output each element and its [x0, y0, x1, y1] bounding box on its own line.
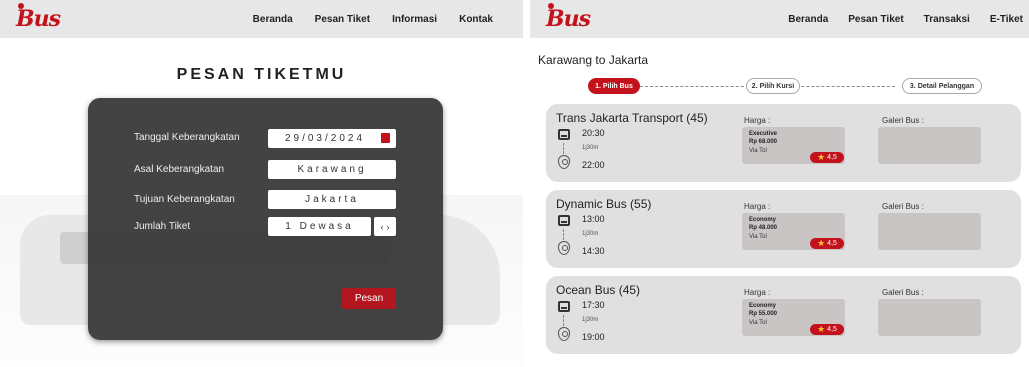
top-navbar: Bus Beranda Pesan Tiket Transaksi E-Tike… [530, 0, 1029, 38]
price-box: Executive Rp 68.000 Via Tol ★ 4,5 [742, 127, 845, 164]
star-icon: ★ [817, 238, 826, 248]
price-label: Harga : [744, 202, 771, 211]
gallery-label: Galeri Bus : [882, 288, 924, 297]
nav-beranda[interactable]: Beranda [253, 14, 293, 25]
date-field[interactable]: 29/03/2024 [268, 129, 396, 148]
calendar-icon[interactable] [381, 133, 390, 143]
location-pin-icon [558, 155, 570, 169]
step-pilih-kursi[interactable]: 2. Pilih Kursi [746, 78, 800, 94]
destination-label: Tujuan Keberangkatan [134, 194, 235, 205]
bus-price: Rp 55.000 [749, 311, 778, 317]
departure-time: 20:30 [582, 128, 605, 138]
rating-badge: ★ 4,5 [810, 324, 844, 335]
rating-badge: ★ 4,5 [810, 152, 844, 163]
arrival-time: 19:00 [582, 332, 605, 342]
step-pilih-bus[interactable]: 1. Pilih Bus [588, 78, 640, 94]
gallery-label: Galeri Bus : [882, 202, 924, 211]
top-navbar: Bus Beranda Pesan Tiket Informasi Kontak [0, 0, 523, 38]
location-pin-icon [558, 241, 570, 255]
bus-name: Dynamic Bus (55) [556, 197, 652, 211]
bus-price: Rp 48.000 [749, 225, 778, 231]
star-icon: ★ [817, 152, 826, 162]
tickets-stepper[interactable]: ‹ › [374, 217, 396, 236]
brand-logo[interactable]: Bus [546, 3, 591, 32]
destination-field[interactable]: Jakarta [268, 190, 396, 209]
arrival-time: 14:30 [582, 246, 605, 256]
bus-card[interactable]: Dynamic Bus (55) 13:00 1j30m 14:30 Harga… [546, 190, 1021, 268]
nav-informasi[interactable]: Informasi [392, 14, 437, 25]
duration: 1j30m [582, 145, 599, 151]
route-line [563, 315, 564, 326]
arrival-time: 22:00 [582, 160, 605, 170]
duration: 1j30m [582, 231, 599, 237]
bus-name: Ocean Bus (45) [556, 283, 641, 297]
price-label: Harga : [744, 116, 771, 125]
bus-icon [558, 215, 570, 226]
brand-logo[interactable]: Bus [16, 3, 61, 32]
departure-time: 13:00 [582, 214, 605, 224]
date-value: 29/03/2024 [284, 133, 366, 144]
origin-label: Asal Keberangkatan [134, 164, 225, 175]
location-pin-icon [558, 327, 570, 341]
nav-transaksi[interactable]: Transaksi [924, 14, 970, 25]
rating-badge: ★ 4,5 [810, 238, 844, 249]
price-box: Economy Rp 55.000 Via Tol ★ 4,5 [742, 299, 845, 336]
gallery-label: Galeri Bus : [882, 116, 924, 125]
departure-time: 17:30 [582, 300, 605, 310]
date-label: Tanggal Keberangkatan [134, 132, 240, 143]
booking-screen: Bus Beranda Pesan Tiket Informasi Kontak… [0, 0, 523, 367]
bus-icon [558, 129, 570, 140]
route-line [563, 143, 564, 154]
origin-field[interactable]: Karawang [268, 160, 396, 179]
bus-icon [558, 301, 570, 312]
page-title: PESAN TIKETMU [176, 66, 347, 83]
duration: 1j30m [582, 317, 599, 323]
step-detail-pelanggan[interactable]: 3. Detail Pelanggan [902, 78, 982, 94]
booking-form-card: Tanggal Keberangkatan 29/03/2024 Asal Ke… [88, 98, 443, 340]
nav-pesan-tiket[interactable]: Pesan Tiket [848, 14, 903, 25]
gallery-box[interactable] [878, 213, 981, 250]
chevron-left-icon[interactable]: ‹ [381, 222, 384, 232]
star-icon: ★ [817, 324, 826, 334]
nav-kontak[interactable]: Kontak [459, 14, 493, 25]
route-line [563, 229, 564, 240]
route-title: Karawang to Jakarta [538, 53, 649, 67]
pesan-button[interactable]: Pesan [342, 288, 396, 309]
price-box: Economy Rp 48.000 Via Tol ★ 4,5 [742, 213, 845, 250]
nav-beranda[interactable]: Beranda [788, 14, 828, 25]
route-via: Via Tol [749, 148, 767, 154]
bus-name: Trans Jakarta Transport (45) [556, 111, 708, 125]
gallery-box[interactable] [878, 299, 981, 336]
bus-card[interactable]: Trans Jakarta Transport (45) 20:30 1j30m… [546, 104, 1021, 182]
bus-selection-screen: Bus Beranda Pesan Tiket Transaksi E-Tike… [530, 0, 1029, 367]
nav-e-tiket[interactable]: E-Tiket [990, 14, 1023, 25]
bus-class: Economy [749, 303, 777, 309]
chevron-right-icon[interactable]: › [387, 222, 390, 232]
bus-class: Executive [749, 131, 778, 137]
tickets-label: Jumlah Tiket [134, 221, 191, 232]
route-via: Via Tol [749, 234, 767, 240]
bus-class: Economy [749, 217, 777, 223]
bus-card[interactable]: Ocean Bus (45) 17:30 1j30m 19:00 Harga :… [546, 276, 1021, 354]
nav-pesan-tiket[interactable]: Pesan Tiket [315, 14, 370, 25]
bus-price: Rp 68.000 [749, 139, 778, 145]
tickets-field[interactable]: 1 Dewasa [268, 217, 371, 236]
price-label: Harga : [744, 288, 771, 297]
gallery-box[interactable] [878, 127, 981, 164]
route-via: Via Tol [749, 320, 767, 326]
